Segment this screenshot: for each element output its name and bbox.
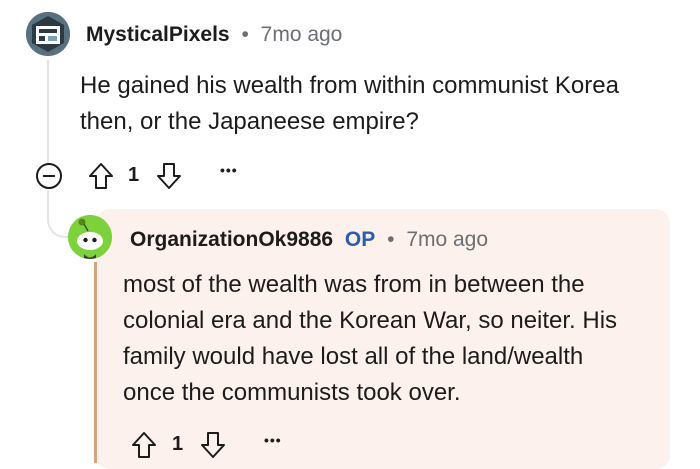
comment-body: He gained his wealth from within communi… <box>80 68 680 140</box>
reply-body-line: family would have lost all of the land/w… <box>123 343 584 370</box>
comment-header: MysticalPixels • 7mo ago <box>86 22 342 48</box>
reply-timestamp: 7mo ago <box>406 228 489 251</box>
separator-dot: • <box>387 228 395 251</box>
reply-more-options-button[interactable]: ••• <box>264 432 282 448</box>
vote-count: 1 <box>128 164 140 186</box>
downvote-arrow-icon <box>201 432 225 458</box>
reply-vote-count: 1 <box>172 433 184 455</box>
separator-dot: • <box>241 23 249 46</box>
comment-username[interactable]: MysticalPixels <box>86 23 230 46</box>
reply-downvote-button[interactable] <box>199 430 227 460</box>
reply-header: OrganizationOk9886 OP • 7mo ago <box>130 227 488 253</box>
comment-body-line: He gained his wealth from within communi… <box>80 72 619 99</box>
upvote-arrow-icon <box>89 163 113 189</box>
op-badge: OP <box>344 228 376 251</box>
more-options-button[interactable]: ••• <box>220 162 238 178</box>
upvote-arrow-icon <box>132 432 156 458</box>
reply-upvote-button[interactable] <box>130 430 158 460</box>
reply-body-line: colonial era and the Korean War, so neit… <box>123 307 618 334</box>
user-avatar[interactable] <box>26 12 70 56</box>
upvote-button[interactable] <box>87 161 115 191</box>
thread-line <box>47 60 49 166</box>
reply-avatar[interactable] <box>68 215 112 259</box>
collapse-icon <box>36 163 62 189</box>
comment-body-line: then, or the Japaneese empire? <box>80 108 419 135</box>
snoo-avatar-icon <box>68 215 112 259</box>
reply-body-line: most of the wealth was from in between t… <box>123 271 585 298</box>
reply-body-line: once the communists took over. <box>123 379 461 406</box>
collapse-button[interactable] <box>35 162 63 190</box>
comment-timestamp: 7mo ago <box>260 23 343 46</box>
op-thread-line <box>94 262 97 463</box>
downvote-button[interactable] <box>155 161 183 191</box>
downvote-arrow-icon <box>157 163 181 189</box>
reply-username[interactable]: OrganizationOk9886 <box>130 228 333 251</box>
reply-body: most of the wealth was from in between t… <box>123 267 663 411</box>
